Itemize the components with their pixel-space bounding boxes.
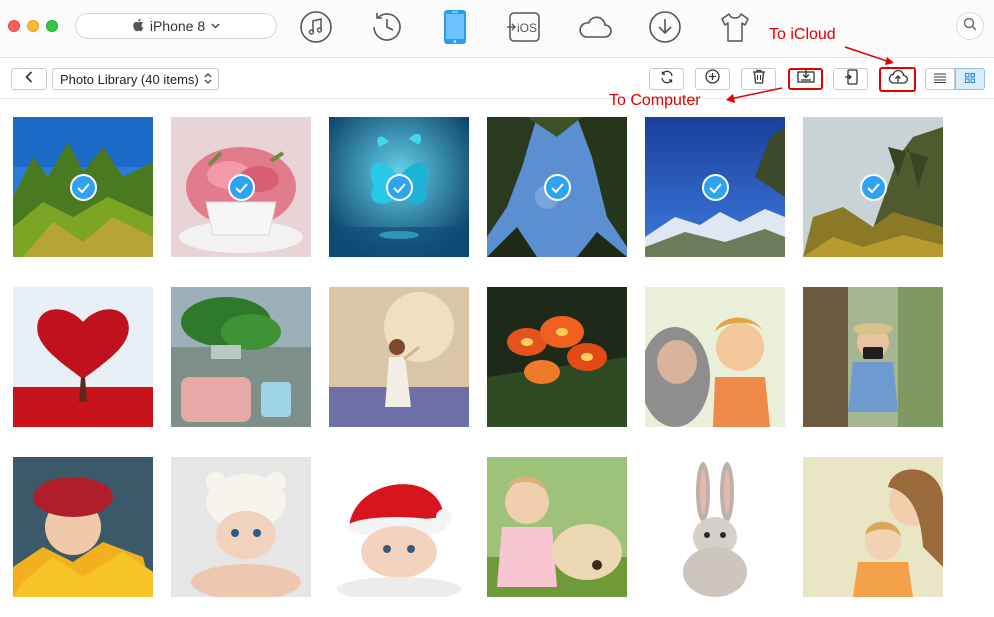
selected-checkmark-icon	[860, 174, 887, 201]
trash-icon	[752, 69, 766, 89]
photo-tile[interactable]	[13, 117, 153, 257]
library-label: Photo Library (40 items)	[60, 71, 199, 87]
chevron-left-icon	[25, 70, 33, 88]
to-computer-button[interactable]	[788, 68, 823, 90]
to-computer-icon	[796, 69, 815, 89]
photo-tile[interactable]	[803, 117, 943, 257]
to-device-button[interactable]	[833, 68, 868, 90]
music-icon[interactable]	[297, 8, 335, 46]
photo-tile[interactable]	[171, 457, 311, 597]
add-icon	[705, 69, 720, 89]
photo-tile[interactable]	[329, 457, 469, 597]
photo-tile[interactable]	[329, 287, 469, 427]
delete-button[interactable]	[741, 68, 776, 90]
selected-checkmark-icon	[544, 174, 571, 201]
back-button[interactable]	[11, 68, 47, 90]
icloud-icon[interactable]	[576, 8, 614, 46]
photo-tile[interactable]	[487, 117, 627, 257]
photo-grid	[0, 100, 994, 617]
photo-tile[interactable]	[487, 287, 627, 427]
to-icloud-icon	[887, 69, 909, 90]
photo-tile[interactable]	[171, 117, 311, 257]
device-name: iPhone 8	[149, 18, 206, 34]
iphone-icon[interactable]	[436, 8, 474, 46]
list-view-icon	[934, 70, 946, 88]
to-icloud-button[interactable]	[879, 67, 916, 92]
zoom-window-button[interactable]	[46, 20, 58, 32]
library-selector[interactable]: Photo Library (40 items)	[52, 68, 219, 90]
selected-checkmark-icon	[70, 174, 97, 201]
search-icon	[963, 17, 977, 36]
refresh-icon	[659, 70, 675, 89]
selected-checkmark-icon	[702, 174, 729, 201]
photo-tile[interactable]	[487, 457, 627, 597]
device-selector[interactable]: iPhone 8	[75, 13, 277, 39]
photo-tile[interactable]	[171, 287, 311, 427]
to-ios-label: iOS	[517, 21, 537, 35]
grid-view-button[interactable]	[955, 68, 985, 90]
add-button[interactable]	[695, 68, 730, 90]
photo-tile[interactable]	[645, 117, 785, 257]
app-window: iPhone 8 iOS Photo Library (40 items) To…	[0, 0, 994, 617]
to-device-icon	[844, 68, 858, 90]
photo-tile[interactable]	[329, 117, 469, 257]
search-button[interactable]	[956, 12, 984, 40]
photo-tile[interactable]	[645, 287, 785, 427]
download-icon[interactable]	[646, 8, 684, 46]
photo-tile[interactable]	[13, 457, 153, 597]
selected-checkmark-icon	[386, 174, 413, 201]
close-window-button[interactable]	[8, 20, 20, 32]
shirt-icon[interactable]	[716, 8, 754, 46]
selected-checkmark-icon	[228, 174, 255, 201]
photo-tile[interactable]	[645, 457, 785, 597]
chevron-down-icon	[211, 21, 220, 32]
grid-view-icon	[965, 70, 975, 88]
toolbar: Photo Library (40 items)	[0, 59, 994, 99]
refresh-button[interactable]	[649, 68, 684, 90]
to-ios-icon[interactable]: iOS	[505, 8, 543, 46]
apple-icon	[132, 18, 144, 35]
photo-tile[interactable]	[13, 287, 153, 427]
photo-tile[interactable]	[803, 287, 943, 427]
minimize-window-button[interactable]	[27, 20, 39, 32]
updown-chevron-icon	[204, 72, 212, 86]
to-computer-annotation: To Computer	[609, 92, 701, 109]
top-bar: iPhone 8 iOS	[0, 0, 994, 58]
list-view-button[interactable]	[925, 68, 955, 90]
photo-tile[interactable]	[803, 457, 943, 597]
to-icloud-annotation: To iCloud	[769, 26, 836, 43]
history-icon[interactable]	[367, 8, 405, 46]
